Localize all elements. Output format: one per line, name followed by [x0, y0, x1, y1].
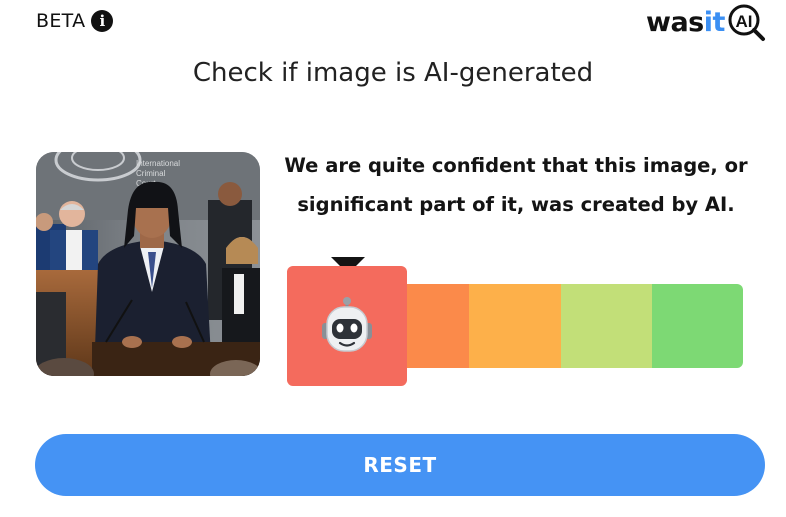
wall-text-2: Criminal	[136, 169, 166, 178]
beta-label: BETA	[36, 10, 86, 32]
info-icon[interactable]: i	[91, 10, 114, 32]
meter-indicator	[287, 266, 407, 386]
uploaded-image: International Criminal Court	[36, 152, 260, 376]
wasitai-logo[interactable]: was it AI	[646, 2, 766, 42]
meter-segment-5	[651, 284, 744, 368]
logo-text-was: was	[646, 6, 704, 38]
reset-button[interactable]: RESET	[35, 434, 765, 496]
courtroom-photo: International Criminal Court	[36, 152, 260, 376]
beta-badge: BETA i	[36, 8, 114, 34]
meter-segment-4	[560, 284, 652, 368]
result-line-1: We are quite confident that this image, …	[284, 154, 748, 177]
meter-segment-3	[469, 284, 561, 368]
robot-face-icon	[322, 297, 372, 352]
magnifier-ai-icon: AI	[728, 4, 765, 41]
result-message: We are quite confident that this image, …	[280, 146, 752, 224]
result-line-2: significant part of it, was created by A…	[297, 193, 735, 216]
page-title: Check if image is AI-generated	[192, 58, 594, 88]
logo-text-it: it	[703, 6, 726, 38]
logo-badge-text: AI	[735, 12, 752, 31]
wall-text-1: International	[136, 159, 180, 168]
